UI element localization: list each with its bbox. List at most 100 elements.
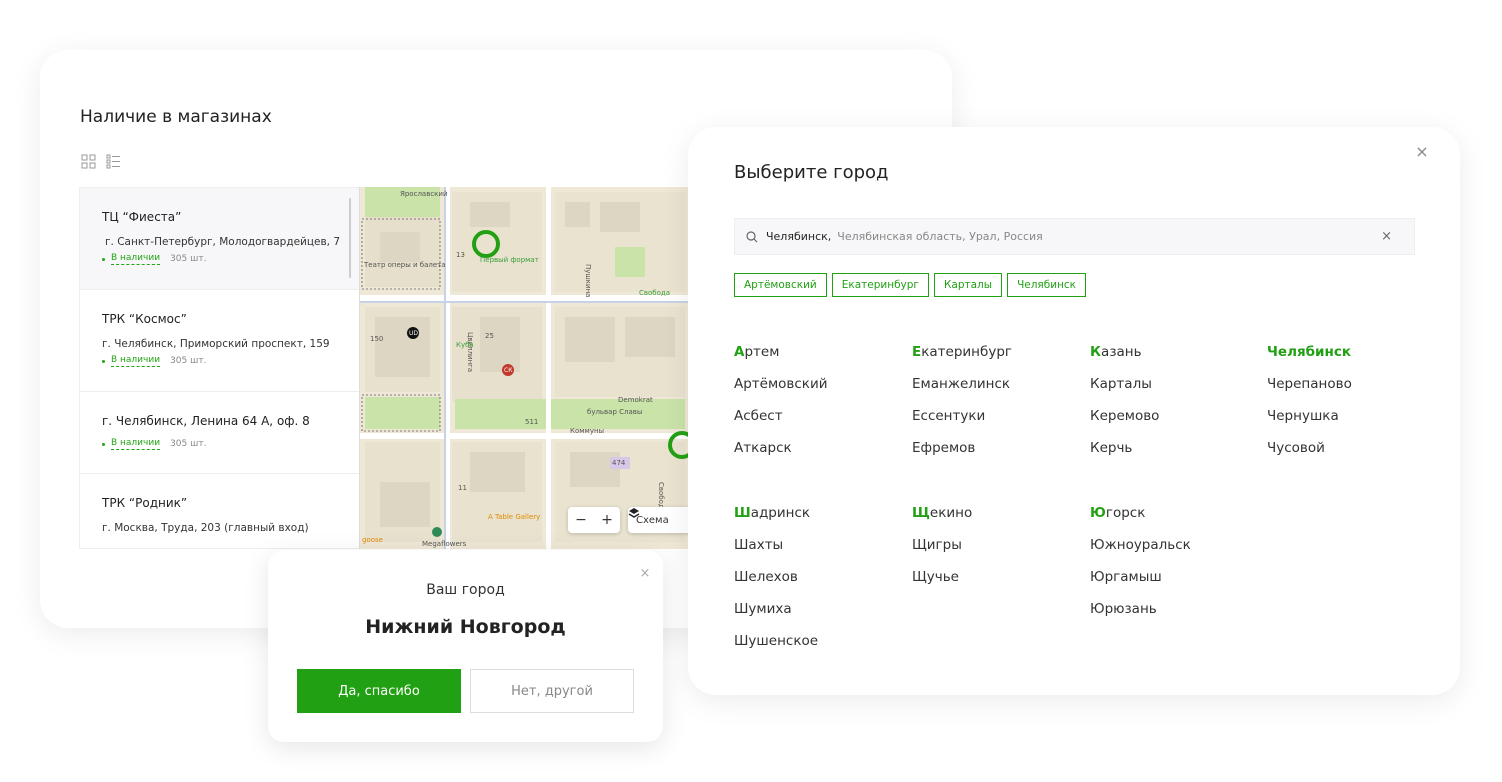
store-item[interactable]: г. Челябинск, Ленина 64 А, оф. 8 В налич… (80, 392, 359, 474)
city-link[interactable]: Щучье (912, 569, 1082, 601)
city-picker-modal: × Выберите город Челябинск, Челябинская … (688, 127, 1460, 695)
city-link[interactable]: Чусовой (1267, 440, 1437, 472)
modal-title: Выберите город (734, 162, 889, 183)
search-value: Челябинск, (766, 230, 832, 243)
map-label: Пушкина (584, 264, 592, 298)
map-label: СК (504, 367, 513, 374)
city-link[interactable]: Шумиха (734, 601, 904, 633)
city-chip[interactable]: Карталы (933, 273, 1003, 297)
stock-status[interactable]: В наличии (111, 253, 161, 265)
store-list: ТЦ “Фиеста” г. Санкт-Петербург, Молодогв… (79, 187, 359, 549)
grid-view-icon[interactable] (81, 154, 96, 169)
map-label: Megaflowers (422, 540, 467, 548)
map-label: Цвиллинга (466, 332, 474, 373)
stock-status[interactable]: В наличии (111, 438, 161, 450)
stock-qty: 305 шт. (170, 356, 207, 366)
quick-city-chips: Артёмовский Екатеринбург Карталы Челябин… (734, 273, 1087, 297)
stock-status[interactable]: В наличии (111, 355, 161, 367)
city-link[interactable]: Шелехов (734, 569, 904, 601)
map-layer-label: Схема (636, 514, 669, 526)
confirm-no-button[interactable]: Нет, другой (470, 669, 634, 713)
city-link[interactable]: Асбест (734, 408, 904, 440)
detected-city: Нижний Новгород (365, 616, 566, 638)
map-layer-button[interactable]: Схема (628, 507, 689, 533)
confirm-yes-button[interactable]: Да, спасибо (297, 669, 461, 713)
store-item[interactable]: ТРК “Космос” г. Челябинск, Приморский пр… (80, 290, 359, 392)
map-label: Ярославский (400, 190, 448, 198)
close-icon[interactable]: × (1414, 144, 1430, 160)
stores-title: Наличие в магазинах (80, 107, 272, 127)
store-address: г. Москва, Труда, 203 (главный вход) (102, 522, 309, 534)
city-chip[interactable]: Екатеринбург (831, 273, 929, 297)
stock-qty: 305 шт. (170, 439, 207, 449)
stock-row: В наличии 305 шт. (102, 355, 359, 367)
city-link-selected[interactable]: Челябинск (1267, 344, 1437, 376)
city-confirm-popup: × Ваш город Нижний Новгород Да, спасибо … (268, 550, 663, 742)
map-label: Театр оперы и балета (364, 261, 446, 269)
stock-row: В наличии 305 шт. (102, 438, 359, 450)
city-group-sch: Щекино Щигры Щучье (912, 505, 1082, 601)
city-link[interactable]: Шахты (734, 537, 904, 569)
zoom-control: − + (568, 507, 620, 533)
status-dot-icon (102, 359, 105, 363)
map-label: Свобод (657, 482, 665, 509)
status-dot-icon (102, 442, 105, 446)
city-link[interactable]: Еманжелинск (912, 376, 1082, 408)
city-group-sh: Шадринск Шахты Шелехов Шумиха Шушенское (734, 505, 904, 665)
city-link[interactable]: Юргамыш (1090, 569, 1260, 601)
stock-row: В наличии 305 шт. (102, 253, 359, 265)
map-label: 13 (456, 251, 465, 259)
stock-qty: 305 шт. (170, 254, 207, 264)
store-address: г. Санкт-Петербург, Молодогвардейцев, 7 (105, 236, 341, 248)
city-group-k: Казань Карталы Керемово Керчь (1090, 344, 1260, 472)
store-map[interactable]: Ярославский Театр оперы и балета Первый … (359, 187, 689, 549)
city-link[interactable]: Аткарск (734, 440, 904, 472)
city-link[interactable]: Артем (734, 344, 904, 376)
list-view-icon[interactable] (106, 154, 121, 169)
clear-icon[interactable]: × (1381, 229, 1392, 244)
store-item[interactable]: ТРК “Родник” г. Москва, Труда, 203 (глав… (80, 474, 359, 548)
city-link[interactable]: Ефремов (912, 440, 1082, 472)
store-name: ТРК “Родник” (102, 496, 188, 510)
city-chip[interactable]: Артёмовский (734, 273, 827, 297)
map-label: 474 (612, 459, 626, 467)
list-scrollbar[interactable] (349, 198, 351, 278)
city-link[interactable]: Чернушка (1267, 408, 1437, 440)
map-label: UD (409, 330, 419, 337)
view-toggle (81, 154, 121, 169)
map-label: Первый формат (480, 256, 539, 264)
zoom-in-button[interactable]: + (601, 512, 613, 528)
store-address: г. Челябинск, Приморский проспект, 159 (102, 338, 330, 350)
map-label: Куба (456, 341, 474, 349)
store-name: ТЦ “Фиеста” (102, 210, 182, 224)
store-item[interactable]: ТЦ “Фиеста” г. Санкт-Петербург, Молодогв… (80, 188, 359, 290)
map-label: Demokrat (618, 396, 653, 404)
city-link[interactable]: Шушенское (734, 633, 904, 665)
close-icon[interactable]: × (639, 567, 651, 580)
city-link[interactable]: Шадринск (734, 505, 904, 537)
city-link[interactable]: Юрюзань (1090, 601, 1260, 633)
city-link[interactable]: Щекино (912, 505, 1082, 537)
city-chip[interactable]: Челябинск (1007, 273, 1087, 297)
city-link[interactable]: Керемово (1090, 408, 1260, 440)
city-link[interactable]: Карталы (1090, 376, 1260, 408)
map-label: 11 (458, 484, 467, 492)
city-link[interactable]: Черепаново (1267, 376, 1437, 408)
city-link[interactable]: Керчь (1090, 440, 1260, 472)
search-icon (746, 230, 758, 242)
map-label: goose (362, 536, 383, 544)
layers-icon (628, 508, 640, 518)
city-group-a: Артем Артёмовский Асбест Аткарск (734, 344, 904, 472)
city-link[interactable]: Артёмовский (734, 376, 904, 408)
city-link[interactable]: Щигры (912, 537, 1082, 569)
city-link[interactable]: Югорск (1090, 505, 1260, 537)
map-label: бульвар Славы (587, 408, 643, 416)
city-search-input[interactable]: Челябинск, Челябинская область, Урал, Ро… (734, 218, 1415, 255)
city-link[interactable]: Казань (1090, 344, 1260, 376)
search-hint: Челябинская область, Урал, Россия (837, 230, 1043, 243)
city-link[interactable]: Южноуральск (1090, 537, 1260, 569)
city-link[interactable]: Екатеринбург (912, 344, 1082, 376)
zoom-out-button[interactable]: − (575, 512, 587, 528)
city-link[interactable]: Ессентуки (912, 408, 1082, 440)
map-label: 25 (485, 332, 494, 340)
